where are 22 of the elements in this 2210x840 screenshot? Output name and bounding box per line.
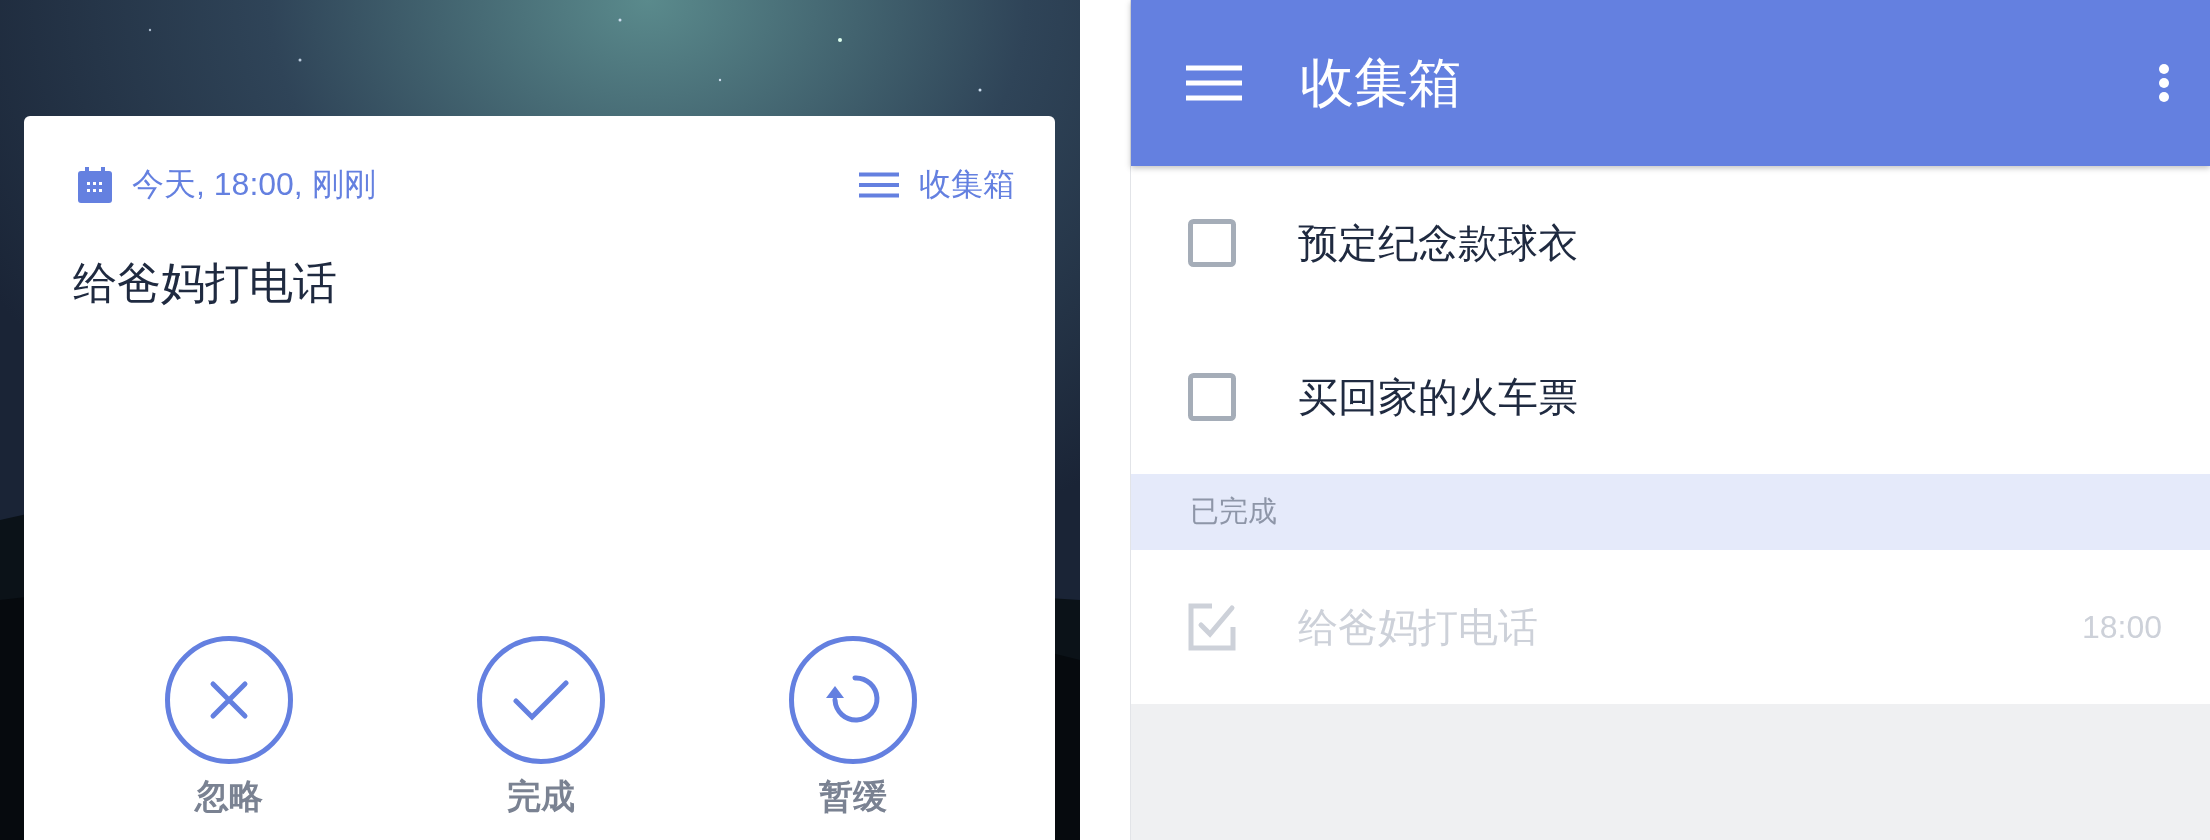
task-title: 预定纪念款球衣 <box>1298 219 1579 267</box>
list-icon <box>859 172 899 198</box>
task-title: 买回家的火车票 <box>1298 373 1579 421</box>
more-icon[interactable] <box>2158 63 2170 103</box>
close-icon <box>209 680 249 720</box>
section-title: 已完成 <box>1190 494 1277 529</box>
check-icon <box>513 679 569 721</box>
action-label: 完成 <box>507 776 575 817</box>
checkbox-icon[interactable] <box>1188 373 1236 421</box>
list-label: 收集箱 <box>919 165 1015 204</box>
checkbox-icon[interactable] <box>1188 219 1236 267</box>
calendar-icon <box>78 167 112 203</box>
app-bar-title: 收集箱 <box>1300 50 1463 114</box>
refresh-icon <box>826 675 880 725</box>
action-label: 暂缓 <box>819 776 887 817</box>
due-date-label: 今天, 18:00, 刚刚 <box>132 165 376 204</box>
task-row[interactable]: 买回家的火车票 <box>1131 320 2210 474</box>
menu-icon[interactable] <box>1186 65 1242 101</box>
action-label: 忽略 <box>195 776 263 817</box>
reminder-title: 给爸妈打电话 <box>73 257 338 309</box>
checked-checkbox-icon[interactable] <box>1188 603 1236 651</box>
task-row[interactable]: 预定纪念款球衣 <box>1131 166 2210 320</box>
